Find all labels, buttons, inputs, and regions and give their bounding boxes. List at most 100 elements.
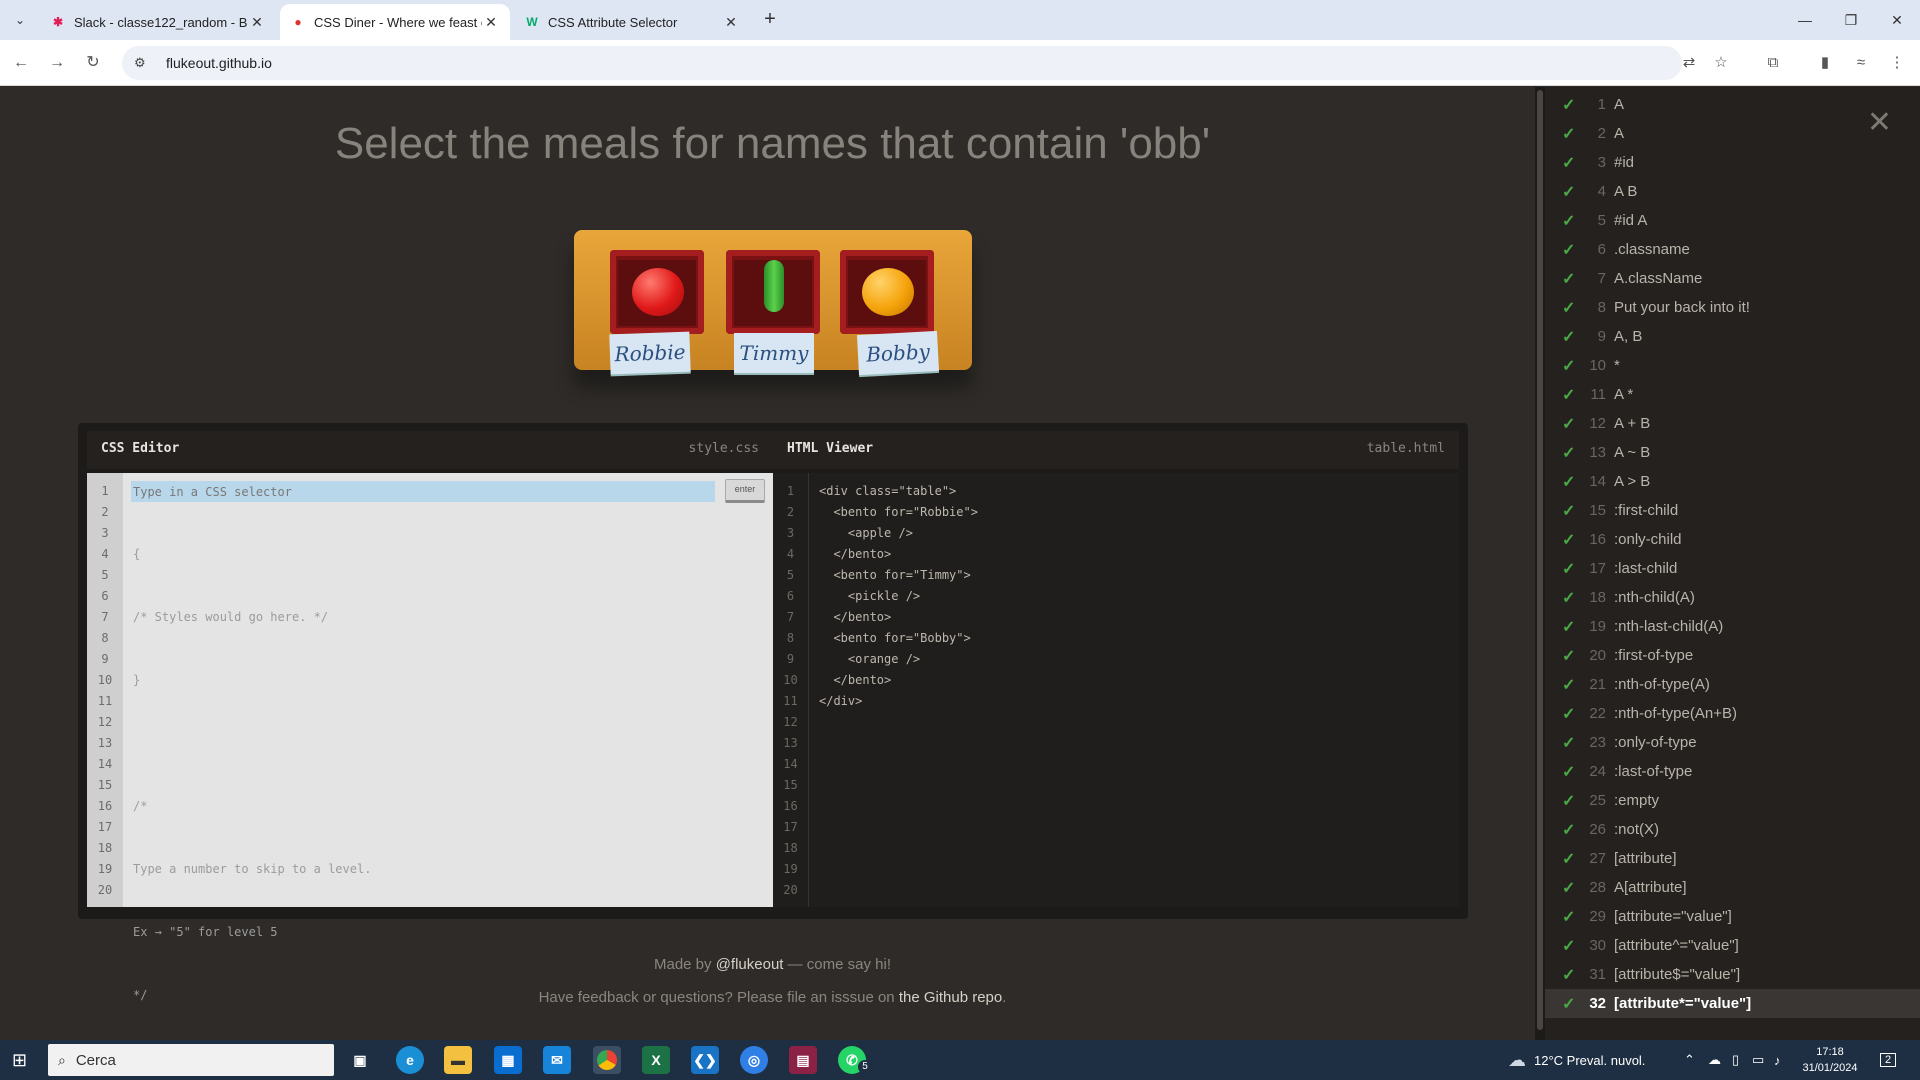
weather-widget[interactable]: ☁ 12°C Preval. nuvol. <box>1508 1040 1645 1080</box>
windows-start-icon[interactable]: ⊞ <box>12 1050 32 1070</box>
level-item[interactable]: ✓ 21:nth-of-type(A) <box>1545 670 1920 699</box>
level-item[interactable]: ✓ 30 [attribute^="value"] <box>1545 931 1920 960</box>
back-button[interactable]: ← <box>8 50 34 76</box>
new-tab-button[interactable]: + <box>758 8 782 32</box>
chrome-icon[interactable] <box>593 1046 621 1074</box>
level-item[interactable]: ✓ 23:only-of-type <box>1545 728 1920 757</box>
level-item[interactable]: ✓ 22:nth-of-type(An+B) <box>1545 699 1920 728</box>
taskbar-clock[interactable]: 17:18 31/01/2024 <box>1790 1044 1870 1076</box>
volume-icon[interactable]: ♪ <box>1774 1040 1781 1080</box>
level-number: 5 <box>1597 212 1606 229</box>
network-icon[interactable]: ▭ <box>1752 1040 1764 1080</box>
excel-icon[interactable]: X <box>642 1046 670 1074</box>
level-item[interactable]: ✓ 24:last-of-type <box>1545 757 1920 786</box>
level-item[interactable]: ✓ 7 A.className <box>1545 264 1920 293</box>
site-info-icon[interactable]: ⚙ <box>134 55 154 71</box>
level-item[interactable]: ✓ 12 A + B <box>1545 409 1920 438</box>
vscode-icon[interactable]: ❮❯ <box>691 1046 719 1074</box>
level-item[interactable]: ✓ 31 [attribute$="value"] <box>1545 960 1920 989</box>
level-item[interactable]: ✓ 2 A <box>1545 119 1920 148</box>
minimize-button[interactable]: — <box>1782 6 1828 34</box>
level-item[interactable]: ✓ 28 A[attribute] <box>1545 873 1920 902</box>
level-item[interactable]: ✓ 8 Put your back into it! <box>1545 293 1920 322</box>
level-item[interactable]: ✓ 3 #id <box>1545 148 1920 177</box>
level-item[interactable]: ✓ 10 * <box>1545 351 1920 380</box>
tray-app-icon[interactable]: ▯ <box>1732 1040 1739 1080</box>
level-item[interactable]: ✓ 6 .classname <box>1545 235 1920 264</box>
level-selector: :last-child <box>1614 560 1678 577</box>
notifications-icon[interactable]: 2 <box>1880 1040 1897 1080</box>
level-item[interactable]: ✓ 32 [attribute*="value"] <box>1545 989 1920 1018</box>
enter-button[interactable]: enter <box>725 479 765 503</box>
bento-robbie <box>610 250 704 334</box>
scrollbar-thumb[interactable] <box>1537 90 1543 1030</box>
checkmark-icon: ✓ <box>1562 763 1576 781</box>
side-panel-icon[interactable]: ▮ <box>1812 50 1838 76</box>
tab-css-diner[interactable]: ● CSS Diner - Where we feast on ✕ <box>280 4 510 40</box>
edge-icon[interactable]: e <box>396 1046 424 1074</box>
tab-search-icon[interactable]: ⌄ <box>8 8 32 32</box>
task-view-icon[interactable]: ▣ <box>346 1046 374 1074</box>
onedrive-icon[interactable]: ☁ <box>1708 1040 1721 1080</box>
bookmark-star-icon[interactable]: ☆ <box>1708 50 1734 76</box>
flukeout-link[interactable]: @flukeout <box>716 956 784 973</box>
forward-button[interactable]: → <box>44 50 70 76</box>
name-card-bobby: Bobby <box>857 330 939 376</box>
level-item[interactable]: ✓ 27 [attribute] <box>1545 844 1920 873</box>
level-item[interactable]: ✓ 9 A, B <box>1545 322 1920 351</box>
level-item[interactable]: ✓ 17:last-child <box>1545 554 1920 583</box>
tray-chevron-icon[interactable]: ⌃ <box>1684 1040 1695 1080</box>
html-markup[interactable]: <div class="table"> <bento for="Robbie">… <box>819 481 1449 712</box>
level-item[interactable]: ✓ 26:not(X) <box>1545 815 1920 844</box>
browser-icon[interactable]: ◎ <box>740 1046 768 1074</box>
level-item[interactable]: ✓ 14 A > B <box>1545 467 1920 496</box>
level-item[interactable]: ✓ 4 A B <box>1545 177 1920 206</box>
level-number: 25 <box>1589 792 1606 809</box>
mail-icon[interactable]: ✉ <box>543 1046 571 1074</box>
level-item[interactable]: ✓ 5 #id A <box>1545 206 1920 235</box>
checkmark-icon: ✓ <box>1562 444 1576 462</box>
translate-icon[interactable]: ⇄ <box>1676 50 1702 76</box>
level-item[interactable]: ✓ 19:nth-last-child(A) <box>1545 612 1920 641</box>
level-item[interactable]: ✓ 29 [attribute="value"] <box>1545 902 1920 931</box>
css-selector-input[interactable] <box>131 481 715 502</box>
level-selector: :only-child <box>1614 531 1682 548</box>
restore-button[interactable]: ❐ <box>1828 6 1874 34</box>
checkmark-icon: ✓ <box>1562 821 1576 839</box>
checkmark-icon: ✓ <box>1562 212 1576 230</box>
level-selector: :nth-of-type(An+B) <box>1614 705 1737 722</box>
winrar-icon[interactable]: ▤ <box>789 1046 817 1074</box>
profile-icon[interactable]: ≈ <box>1848 50 1874 76</box>
github-repo-link[interactable]: the Github repo <box>899 989 1002 1006</box>
tab-slack[interactable]: ✱ Slack - classe122_random - Boo ✕ <box>40 4 276 40</box>
level-selector: A B <box>1614 183 1638 200</box>
level-item[interactable]: ✓ 11 A * <box>1545 380 1920 409</box>
level-item[interactable]: ✓ 1 A <box>1545 90 1920 119</box>
search-placeholder: Cerca <box>75 1051 116 1069</box>
reload-button[interactable]: ↻ <box>80 50 106 76</box>
level-item[interactable]: ✓ 13 A ~ B <box>1545 438 1920 467</box>
extensions-icon[interactable]: ⧉ <box>1760 50 1786 76</box>
close-icon[interactable]: ✕ <box>722 14 740 31</box>
close-window-button[interactable]: ✕ <box>1874 6 1920 34</box>
level-item[interactable]: ✓ 20:first-of-type <box>1545 641 1920 670</box>
search-icon: ⌕ <box>58 1051 66 1068</box>
microsoft-store-icon[interactable]: ▦ <box>494 1046 522 1074</box>
url-bar[interactable]: ⚙ flukeout.github.io <box>122 46 1682 80</box>
css-line: Type a number to skip to a level. <box>133 862 372 876</box>
menu-icon[interactable]: ⋮ <box>1884 50 1910 76</box>
level-item[interactable]: ✓ 16:only-child <box>1545 525 1920 554</box>
editor-panel: CSS Editor style.css HTML Viewer table.h… <box>78 423 1468 1002</box>
level-item[interactable]: ✓ 15:first-child <box>1545 496 1920 525</box>
tab-attribute-selector[interactable]: W CSS Attribute Selector ✕ <box>514 4 750 40</box>
checkmark-icon: ✓ <box>1562 415 1576 433</box>
level-number: 1 <box>1597 96 1606 113</box>
close-icon[interactable]: ✕ <box>482 14 500 31</box>
level-item[interactable]: ✓ 25:empty <box>1545 786 1920 815</box>
file-explorer-icon[interactable]: ▬ <box>444 1046 472 1074</box>
level-item[interactable]: ✓ 18:nth-child(A) <box>1545 583 1920 612</box>
level-selector: A[attribute] <box>1614 879 1687 896</box>
taskbar-search[interactable]: ⌕ Cerca <box>48 1044 334 1076</box>
close-icon[interactable]: ✕ <box>248 14 266 31</box>
browser-tab-bar: ⌄ ✱ Slack - classe122_random - Boo ✕ ● C… <box>0 0 1920 40</box>
